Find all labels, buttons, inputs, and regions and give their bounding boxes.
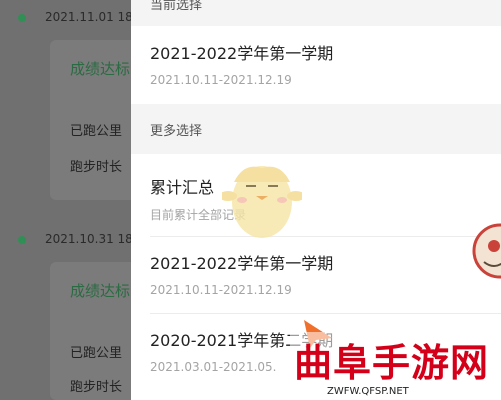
record-status: 成绩达标 <box>70 60 131 78</box>
record-duration-label: 跑步时长 <box>70 160 123 175</box>
term-title: 2021-2022学年第一学期 <box>150 44 334 63</box>
floating-badge-icon[interactable] <box>470 222 501 280</box>
term-title: 累计汇总 <box>150 178 215 197</box>
watermark-logo-text: 曲阜手游网 <box>294 340 490 385</box>
current-section-label: 当前选择 <box>150 0 203 13</box>
timeline-dot <box>18 14 26 22</box>
option-item-total[interactable]: 累计汇总 目前累计全部记录 <box>131 154 501 236</box>
term-date-range: 2021.10.11-2021.12.19 <box>150 73 292 87</box>
mascot-icon <box>222 166 302 238</box>
option-item-term[interactable]: 2021-2022学年第一学期 2021.10.11-2021.12.19 <box>131 237 501 313</box>
timeline-dot <box>18 236 26 244</box>
record-distance-label: 已跑公里 <box>70 124 123 139</box>
record-date: 2021.11.01 18 <box>45 10 133 24</box>
record-distance-label: 已跑公里 <box>70 346 123 361</box>
current-section-header: 当前选择 <box>131 0 501 26</box>
term-title: 2021-2022学年第一学期 <box>150 254 334 273</box>
current-term-item[interactable]: 2021-2022学年第一学期 2021.10.11-2021.12.19 <box>131 26 501 104</box>
record-duration-label: 跑步时长 <box>70 380 123 395</box>
term-date-range: 2021.10.11-2021.12.19 <box>150 283 292 297</box>
term-date-range: 2021.03.01-2021.05. <box>150 360 277 374</box>
record-date: 2021.10.31 18 <box>45 232 133 246</box>
more-section-label: 更多选择 <box>150 124 203 139</box>
more-section-header: 更多选择 <box>131 104 501 154</box>
watermark-url: ZWFW.QFSP.NET <box>327 386 409 397</box>
record-status: 成绩达标 <box>70 282 131 300</box>
